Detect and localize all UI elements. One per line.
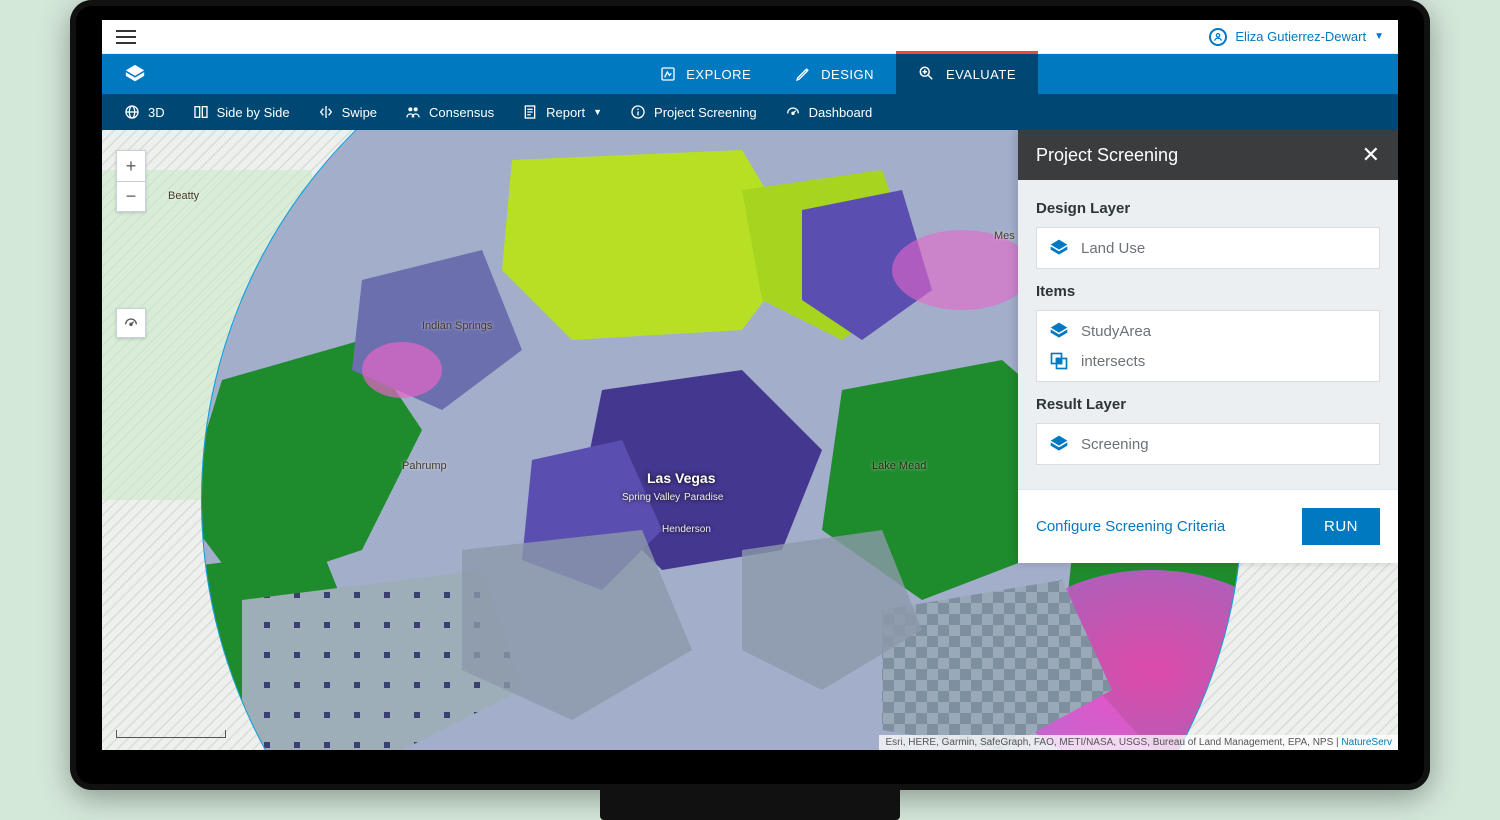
item-study-area[interactable]: StudyArea [1049,321,1367,341]
tab-design[interactable]: DESIGN [773,54,896,94]
report-icon [522,104,538,120]
result-layer-row[interactable]: Screening [1049,434,1367,454]
user-name: Eliza Gutierrez-Dewart [1235,29,1366,44]
layers-icon [1049,238,1069,258]
pencil-icon [795,66,811,82]
intersect-icon [1049,351,1069,371]
result-layer-value: Screening [1081,436,1149,453]
design-layer-value: Land Use [1081,240,1145,257]
item-label: intersects [1081,353,1145,370]
run-button[interactable]: RUN [1302,508,1380,545]
tool-report[interactable]: Report ▼ [522,104,602,120]
chevron-down-icon: ▼ [593,107,602,117]
tool-label: Report [546,105,585,120]
tool-consensus[interactable]: Consensus [405,104,494,120]
tab-evaluate[interactable]: EVALUATE [896,51,1038,94]
menu-icon[interactable] [116,30,136,44]
user-menu[interactable]: Eliza Gutierrez-Dewart ▼ [1209,28,1384,46]
swipe-icon [318,104,334,120]
monitor-frame: Eliza Gutierrez-Dewart ▼ EXPLORE DESIGN [70,0,1430,790]
tool-label: Swipe [342,105,377,120]
section-title-result-layer: Result Layer [1036,396,1380,413]
tool-side-by-side[interactable]: Side by Side [193,104,290,120]
tab-label: EXPLORE [686,67,751,82]
attribution-text: Esri, HERE, Garmin, SafeGraph, FAO, METI… [885,737,1341,748]
dashboard-icon [785,104,801,120]
info-icon [630,104,646,120]
zoom-in-button[interactable]: + [117,151,145,181]
gauge-icon [123,315,139,331]
tool-dashboard[interactable]: Dashboard [785,104,873,120]
zoom-control: + − [116,150,146,212]
primary-tabs: EXPLORE DESIGN EVALUATE [638,54,1038,94]
map-viewport[interactable]: Beatty Indian Springs Pahrump Las Vegas … [102,130,1398,750]
tool-3d[interactable]: 3D [124,104,165,120]
explore-icon [660,66,676,82]
section-title-items: Items [1036,283,1380,300]
globe-icon [124,104,140,120]
items-card: StudyArea intersects [1036,310,1380,382]
tool-label: Dashboard [809,105,873,120]
tool-swipe[interactable]: Swipe [318,104,377,120]
evaluate-icon [918,65,936,83]
top-app-bar: Eliza Gutierrez-Dewart ▼ [102,20,1398,54]
map-attribution: Esri, HERE, Garmin, SafeGraph, FAO, METI… [879,735,1398,750]
attribution-link[interactable]: NatureServ [1341,737,1392,748]
item-intersects[interactable]: intersects [1049,351,1367,371]
consensus-icon [405,104,421,120]
zoom-out-button[interactable]: − [117,181,145,211]
tool-label: Side by Side [217,105,290,120]
primary-toolbar: EXPLORE DESIGN EVALUATE [102,54,1398,94]
section-title-design-layer: Design Layer [1036,200,1380,217]
user-avatar-icon [1209,28,1227,46]
monitor-stand [600,788,900,820]
panel-body: Design Layer Land Use Items StudyArea [1018,180,1398,563]
gauge-button[interactable] [116,308,146,338]
app-screen: Eliza Gutierrez-Dewart ▼ EXPLORE DESIGN [102,20,1398,750]
layers-icon [1049,321,1069,341]
layers-icon [1049,434,1069,454]
secondary-toolbar: 3D Side by Side Swipe Consensus Report ▼ [102,94,1398,130]
tab-explore[interactable]: EXPLORE [638,54,773,94]
project-screening-panel: Project Screening ✕ Design Layer Land Us… [1018,130,1398,563]
tab-label: DESIGN [821,67,874,82]
layers-icon[interactable] [124,63,146,85]
scale-bar [116,730,226,738]
design-layer-row[interactable]: Land Use [1049,238,1367,258]
item-label: StudyArea [1081,323,1151,340]
close-icon[interactable]: ✕ [1362,142,1380,168]
panel-title: Project Screening [1036,145,1178,166]
tool-label: 3D [148,105,165,120]
result-layer-card: Screening [1036,423,1380,465]
tool-label: Project Screening [654,105,757,120]
tool-label: Consensus [429,105,494,120]
panel-footer: Configure Screening Criteria RUN [1018,489,1398,563]
chevron-down-icon: ▼ [1374,31,1384,42]
tab-label: EVALUATE [946,67,1016,82]
panel-header: Project Screening ✕ [1018,130,1398,180]
configure-criteria-link[interactable]: Configure Screening Criteria [1036,518,1225,535]
design-layer-card: Land Use [1036,227,1380,269]
tool-project-screening[interactable]: Project Screening [630,104,757,120]
split-icon [193,104,209,120]
